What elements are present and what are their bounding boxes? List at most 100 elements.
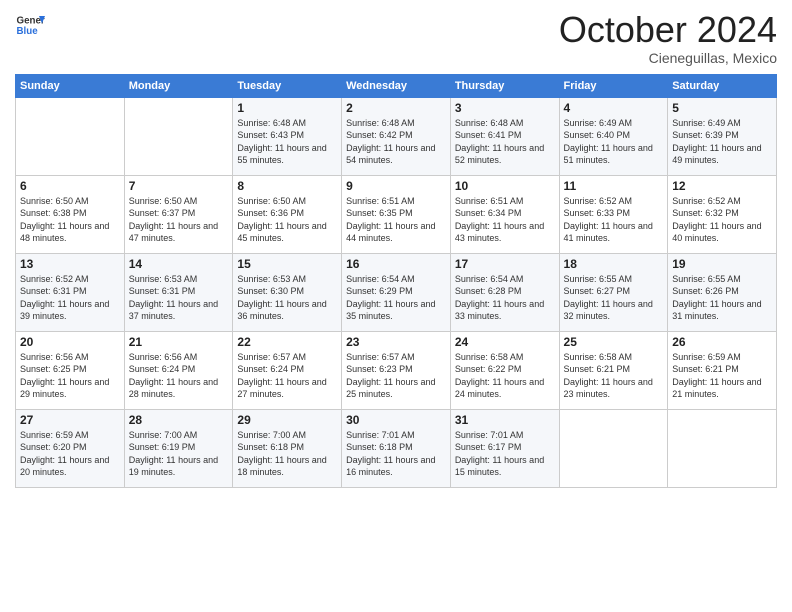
day-number: 27	[20, 413, 120, 427]
header-saturday: Saturday	[668, 74, 777, 97]
cell-2-6: 19 Sunrise: 6:55 AMSunset: 6:26 PMDaylig…	[668, 253, 777, 331]
cell-0-4: 3 Sunrise: 6:48 AMSunset: 6:41 PMDayligh…	[450, 97, 559, 175]
day-info: Sunrise: 6:58 AMSunset: 6:21 PMDaylight:…	[564, 352, 653, 400]
header-monday: Monday	[124, 74, 233, 97]
header: General Blue October 2024 Cieneguillas, …	[15, 10, 777, 66]
header-friday: Friday	[559, 74, 668, 97]
header-thursday: Thursday	[450, 74, 559, 97]
location-subtitle: Cieneguillas, Mexico	[559, 50, 777, 66]
day-info: Sunrise: 6:53 AMSunset: 6:30 PMDaylight:…	[237, 274, 326, 322]
day-number: 2	[346, 101, 446, 115]
logo: General Blue	[15, 10, 45, 40]
calendar-page: General Blue October 2024 Cieneguillas, …	[0, 0, 792, 612]
day-info: Sunrise: 6:50 AMSunset: 6:37 PMDaylight:…	[129, 196, 218, 244]
day-info: Sunrise: 7:00 AMSunset: 6:19 PMDaylight:…	[129, 430, 218, 478]
cell-3-6: 26 Sunrise: 6:59 AMSunset: 6:21 PMDaylig…	[668, 331, 777, 409]
day-info: Sunrise: 6:48 AMSunset: 6:43 PMDaylight:…	[237, 118, 326, 166]
day-info: Sunrise: 6:52 AMSunset: 6:33 PMDaylight:…	[564, 196, 653, 244]
cell-1-2: 8 Sunrise: 6:50 AMSunset: 6:36 PMDayligh…	[233, 175, 342, 253]
cell-0-2: 1 Sunrise: 6:48 AMSunset: 6:43 PMDayligh…	[233, 97, 342, 175]
cell-0-6: 5 Sunrise: 6:49 AMSunset: 6:39 PMDayligh…	[668, 97, 777, 175]
day-info: Sunrise: 6:56 AMSunset: 6:24 PMDaylight:…	[129, 352, 218, 400]
day-number: 11	[564, 179, 664, 193]
day-info: Sunrise: 6:57 AMSunset: 6:24 PMDaylight:…	[237, 352, 326, 400]
day-info: Sunrise: 7:00 AMSunset: 6:18 PMDaylight:…	[237, 430, 326, 478]
cell-2-5: 18 Sunrise: 6:55 AMSunset: 6:27 PMDaylig…	[559, 253, 668, 331]
cell-0-3: 2 Sunrise: 6:48 AMSunset: 6:42 PMDayligh…	[342, 97, 451, 175]
weekday-header-row: Sunday Monday Tuesday Wednesday Thursday…	[16, 74, 777, 97]
day-number: 14	[129, 257, 229, 271]
calendar-table: Sunday Monday Tuesday Wednesday Thursday…	[15, 74, 777, 488]
week-row-2: 6 Sunrise: 6:50 AMSunset: 6:38 PMDayligh…	[16, 175, 777, 253]
cell-4-5	[559, 409, 668, 487]
day-number: 31	[455, 413, 555, 427]
day-info: Sunrise: 6:52 AMSunset: 6:31 PMDaylight:…	[20, 274, 109, 322]
day-number: 16	[346, 257, 446, 271]
cell-1-6: 12 Sunrise: 6:52 AMSunset: 6:32 PMDaylig…	[668, 175, 777, 253]
day-info: Sunrise: 7:01 AMSunset: 6:18 PMDaylight:…	[346, 430, 435, 478]
cell-3-5: 25 Sunrise: 6:58 AMSunset: 6:21 PMDaylig…	[559, 331, 668, 409]
svg-text:Blue: Blue	[17, 26, 39, 37]
week-row-1: 1 Sunrise: 6:48 AMSunset: 6:43 PMDayligh…	[16, 97, 777, 175]
cell-1-3: 9 Sunrise: 6:51 AMSunset: 6:35 PMDayligh…	[342, 175, 451, 253]
month-title: October 2024	[559, 10, 777, 50]
day-number: 1	[237, 101, 337, 115]
header-sunday: Sunday	[16, 74, 125, 97]
cell-0-0	[16, 97, 125, 175]
cell-4-4: 31 Sunrise: 7:01 AMSunset: 6:17 PMDaylig…	[450, 409, 559, 487]
cell-4-0: 27 Sunrise: 6:59 AMSunset: 6:20 PMDaylig…	[16, 409, 125, 487]
day-number: 9	[346, 179, 446, 193]
day-info: Sunrise: 6:55 AMSunset: 6:27 PMDaylight:…	[564, 274, 653, 322]
day-info: Sunrise: 6:53 AMSunset: 6:31 PMDaylight:…	[129, 274, 218, 322]
week-row-5: 27 Sunrise: 6:59 AMSunset: 6:20 PMDaylig…	[16, 409, 777, 487]
cell-3-2: 22 Sunrise: 6:57 AMSunset: 6:24 PMDaylig…	[233, 331, 342, 409]
day-info: Sunrise: 6:52 AMSunset: 6:32 PMDaylight:…	[672, 196, 761, 244]
cell-1-1: 7 Sunrise: 6:50 AMSunset: 6:37 PMDayligh…	[124, 175, 233, 253]
day-number: 21	[129, 335, 229, 349]
day-number: 20	[20, 335, 120, 349]
day-info: Sunrise: 6:57 AMSunset: 6:23 PMDaylight:…	[346, 352, 435, 400]
header-wednesday: Wednesday	[342, 74, 451, 97]
day-info: Sunrise: 6:54 AMSunset: 6:28 PMDaylight:…	[455, 274, 544, 322]
cell-0-5: 4 Sunrise: 6:49 AMSunset: 6:40 PMDayligh…	[559, 97, 668, 175]
cell-2-4: 17 Sunrise: 6:54 AMSunset: 6:28 PMDaylig…	[450, 253, 559, 331]
day-number: 15	[237, 257, 337, 271]
day-number: 3	[455, 101, 555, 115]
day-info: Sunrise: 6:50 AMSunset: 6:36 PMDaylight:…	[237, 196, 326, 244]
day-info: Sunrise: 6:49 AMSunset: 6:40 PMDaylight:…	[564, 118, 653, 166]
day-number: 8	[237, 179, 337, 193]
cell-2-0: 13 Sunrise: 6:52 AMSunset: 6:31 PMDaylig…	[16, 253, 125, 331]
day-info: Sunrise: 6:55 AMSunset: 6:26 PMDaylight:…	[672, 274, 761, 322]
day-info: Sunrise: 6:48 AMSunset: 6:41 PMDaylight:…	[455, 118, 544, 166]
cell-3-3: 23 Sunrise: 6:57 AMSunset: 6:23 PMDaylig…	[342, 331, 451, 409]
header-tuesday: Tuesday	[233, 74, 342, 97]
cell-0-1	[124, 97, 233, 175]
day-number: 25	[564, 335, 664, 349]
day-info: Sunrise: 6:58 AMSunset: 6:22 PMDaylight:…	[455, 352, 544, 400]
day-number: 4	[564, 101, 664, 115]
cell-2-1: 14 Sunrise: 6:53 AMSunset: 6:31 PMDaylig…	[124, 253, 233, 331]
cell-2-2: 15 Sunrise: 6:53 AMSunset: 6:30 PMDaylig…	[233, 253, 342, 331]
day-number: 12	[672, 179, 772, 193]
logo-icon: General Blue	[15, 10, 45, 40]
day-number: 7	[129, 179, 229, 193]
cell-4-1: 28 Sunrise: 7:00 AMSunset: 6:19 PMDaylig…	[124, 409, 233, 487]
day-number: 5	[672, 101, 772, 115]
cell-4-3: 30 Sunrise: 7:01 AMSunset: 6:18 PMDaylig…	[342, 409, 451, 487]
day-number: 26	[672, 335, 772, 349]
day-number: 28	[129, 413, 229, 427]
day-number: 6	[20, 179, 120, 193]
day-info: Sunrise: 6:51 AMSunset: 6:35 PMDaylight:…	[346, 196, 435, 244]
day-info: Sunrise: 6:49 AMSunset: 6:39 PMDaylight:…	[672, 118, 761, 166]
cell-3-1: 21 Sunrise: 6:56 AMSunset: 6:24 PMDaylig…	[124, 331, 233, 409]
day-number: 29	[237, 413, 337, 427]
day-number: 10	[455, 179, 555, 193]
day-number: 30	[346, 413, 446, 427]
day-number: 24	[455, 335, 555, 349]
cell-4-2: 29 Sunrise: 7:00 AMSunset: 6:18 PMDaylig…	[233, 409, 342, 487]
day-number: 22	[237, 335, 337, 349]
day-number: 13	[20, 257, 120, 271]
day-info: Sunrise: 6:59 AMSunset: 6:21 PMDaylight:…	[672, 352, 761, 400]
day-info: Sunrise: 6:54 AMSunset: 6:29 PMDaylight:…	[346, 274, 435, 322]
cell-1-4: 10 Sunrise: 6:51 AMSunset: 6:34 PMDaylig…	[450, 175, 559, 253]
